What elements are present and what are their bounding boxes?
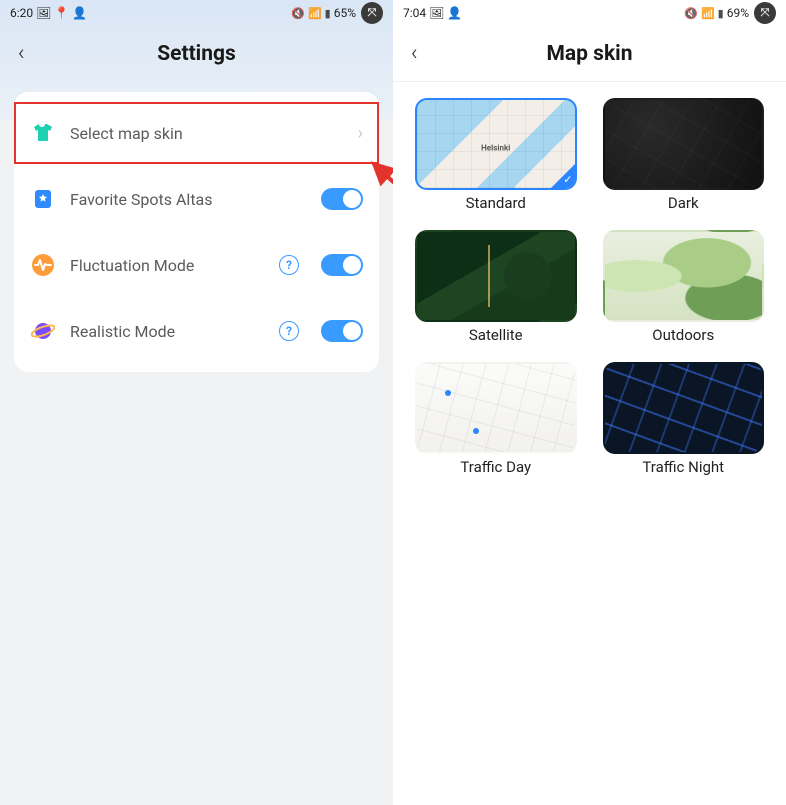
mute-icon: 🔇 — [684, 7, 698, 20]
shirt-icon — [30, 120, 56, 146]
toggle-favorite[interactable] — [321, 188, 363, 210]
skin-standard[interactable]: Standard — [415, 98, 577, 212]
row-realistic-mode[interactable]: Realistic Mode ? — [14, 298, 379, 364]
pulse-icon — [30, 252, 56, 278]
skin-label: Standard — [415, 194, 577, 212]
gallery-icon: 🖼 — [429, 6, 444, 20]
back-button[interactable]: ‹ — [407, 37, 422, 71]
skin-label: Traffic Day — [415, 458, 577, 476]
skin-traffic-night[interactable]: Traffic Night — [603, 362, 765, 476]
bookmark-icon — [30, 186, 56, 212]
skin-thumb — [603, 230, 765, 322]
row-favorite-spots[interactable]: Favorite Spots Altas — [14, 166, 379, 232]
wifi-icon: 📶 — [308, 7, 322, 20]
status-battery: 65% — [334, 6, 356, 20]
row-label: Fluctuation Mode — [70, 256, 265, 275]
skin-label: Satellite — [415, 326, 577, 344]
signal-icon: ▮ — [718, 7, 724, 20]
pin-icon: 📍 — [54, 6, 69, 20]
gallery-icon: 🖼 — [36, 6, 51, 20]
user-icon: 👤 — [72, 6, 87, 20]
skin-traffic-day[interactable]: Traffic Day — [415, 362, 577, 476]
toggle-realistic[interactable] — [321, 320, 363, 342]
row-label: Favorite Spots Altas — [70, 190, 307, 209]
skin-grid: Standard Dark Satellite Outdoors Traffic… — [393, 82, 786, 492]
skin-dark[interactable]: Dark — [603, 98, 765, 212]
wifi-icon: 📶 — [701, 7, 715, 20]
row-label: Realistic Mode — [70, 322, 265, 341]
back-button[interactable]: ‹ — [14, 37, 29, 71]
header: ‹ Settings — [0, 26, 393, 82]
settings-card: Select map skin › Favorite Spots Altas F… — [14, 92, 379, 372]
status-bar: 7:04 🖼 👤 🔇 📶 ▮ 69% ⤧ — [393, 0, 786, 26]
translate-icon[interactable]: ⤧ — [361, 2, 383, 24]
skin-thumb — [415, 362, 577, 454]
status-battery: 69% — [727, 6, 749, 20]
status-time: 6:20 — [10, 6, 33, 20]
planet-icon — [30, 318, 56, 344]
signal-icon: ▮ — [325, 7, 331, 20]
settings-screen: 6:20 🖼 📍 👤 🔇 📶 ▮ 65% ⤧ ‹ Settings Select… — [0, 0, 393, 805]
help-icon[interactable]: ? — [279, 255, 299, 275]
skin-label: Traffic Night — [603, 458, 765, 476]
skin-label: Dark — [603, 194, 765, 212]
skin-satellite[interactable]: Satellite — [415, 230, 577, 344]
skin-thumb — [415, 98, 577, 190]
skin-label: Outdoors — [603, 326, 765, 344]
header: ‹ Map skin — [393, 26, 786, 82]
skin-thumb — [603, 98, 765, 190]
skin-thumb — [603, 362, 765, 454]
row-select-map-skin[interactable]: Select map skin › — [14, 100, 379, 166]
chevron-right-icon: › — [358, 123, 363, 144]
page-title: Map skin — [393, 42, 786, 66]
status-time: 7:04 — [403, 6, 426, 20]
mute-icon: 🔇 — [291, 7, 305, 20]
help-icon[interactable]: ? — [279, 321, 299, 341]
check-icon — [551, 164, 575, 188]
map-skin-screen: 7:04 🖼 👤 🔇 📶 ▮ 69% ⤧ ‹ Map skin Standard… — [393, 0, 786, 805]
toggle-fluctuation[interactable] — [321, 254, 363, 276]
page-title: Settings — [0, 42, 393, 66]
translate-icon[interactable]: ⤧ — [754, 2, 776, 24]
skin-outdoors[interactable]: Outdoors — [603, 230, 765, 344]
row-fluctuation-mode[interactable]: Fluctuation Mode ? — [14, 232, 379, 298]
status-bar: 6:20 🖼 📍 👤 🔇 📶 ▮ 65% ⤧ — [0, 0, 393, 26]
skin-thumb — [415, 230, 577, 322]
user-icon: 👤 — [447, 6, 462, 20]
row-label: Select map skin — [70, 124, 344, 143]
